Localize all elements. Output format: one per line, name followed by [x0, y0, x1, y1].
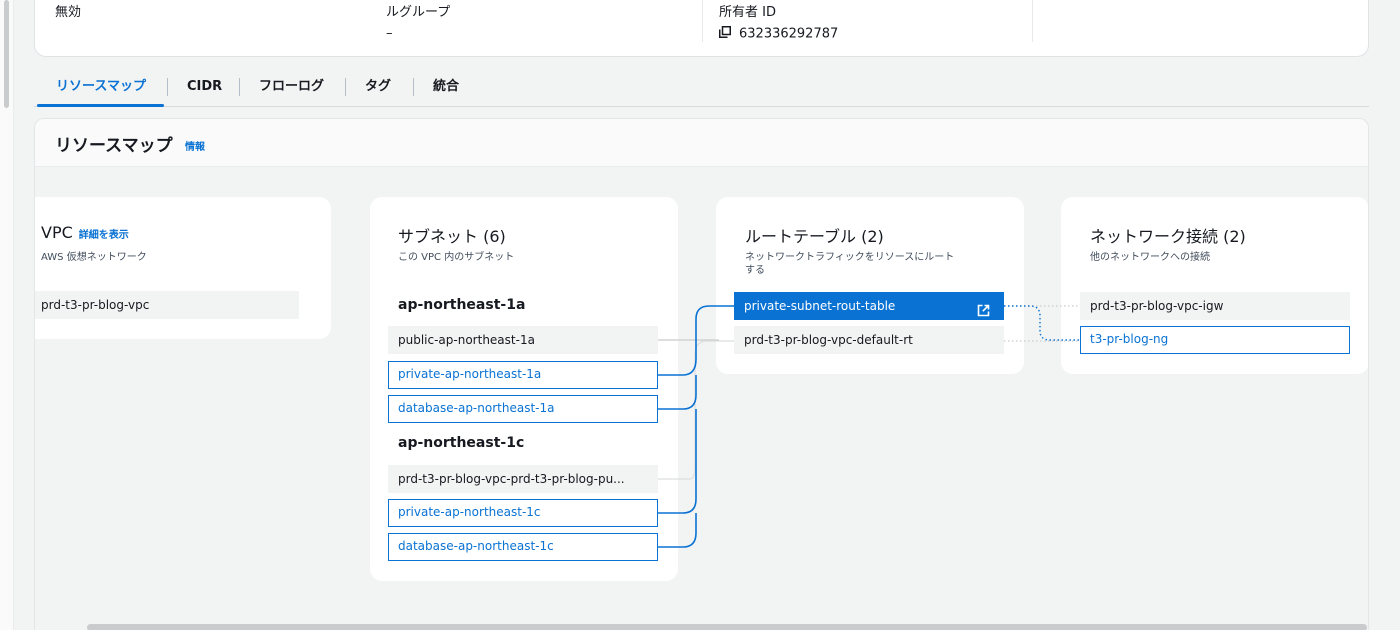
details-column-2: ルグループ – [386, 0, 450, 44]
route-tables-card-title: ルートテーブル (2) [745, 227, 884, 246]
tab-integrations[interactable]: 統合 [433, 70, 459, 107]
subnet-item[interactable]: database-ap-northeast-1c [388, 533, 658, 561]
network-connections-card-title: ネットワーク接続 (2) [1090, 227, 1246, 246]
active-tab-indicator [37, 104, 164, 107]
tab-separator [413, 78, 414, 96]
page-scrollbar[interactable] [0, 0, 14, 630]
az-heading: ap-northeast-1c [398, 435, 525, 451]
vpc-card-subtitle: AWS 仮想ネットワーク [41, 252, 147, 263]
scrollbar-thumb[interactable] [4, 0, 9, 108]
info-link[interactable]: 情報 [185, 138, 205, 153]
vpc-card: VPC 詳細を表示 AWS 仮想ネットワーク prd-t3-pr-blog-vpc [35, 197, 331, 339]
owner-id-label: 所有者 ID [719, 5, 776, 20]
az-heading: ap-northeast-1a [398, 297, 526, 313]
tab-resource-map[interactable]: リソースマップ [56, 70, 146, 107]
tab-separator [167, 78, 168, 96]
subnets-card-subtitle: この VPC 内のサブネット [398, 252, 515, 263]
route-tables-card: ルートテーブル (2) ネットワークトラフィックをリソースにルート する pri… [716, 197, 1024, 374]
details-value: – [386, 26, 393, 41]
tab-flow-logs[interactable]: フローログ [259, 70, 324, 107]
vpc-details-card: 無効 ルグループ – 所有者 ID 632336292787 [34, 0, 1369, 57]
subnet-item[interactable]: public-ap-northeast-1a [388, 326, 658, 354]
resource-map-title: リソースマップ [55, 136, 173, 156]
network-connection-item[interactable]: prd-t3-pr-blog-vpc-igw [1080, 292, 1350, 320]
resource-map-header: リソースマップ 情報 [35, 119, 1368, 167]
connector-lines [658, 305, 1080, 548]
subnet-item[interactable]: private-ap-northeast-1c [388, 499, 658, 527]
tab-separator [239, 78, 240, 96]
vpc-title-text: VPC [41, 223, 73, 242]
divider [1032, 0, 1033, 42]
network-connections-card-subtitle: 他のネットワークへの接続 [1090, 252, 1210, 263]
subnet-item[interactable]: database-ap-northeast-1a [388, 395, 658, 423]
details-label: ルグループ [386, 5, 451, 20]
subtitle-line: する [745, 265, 765, 276]
owner-id-value: 632336292787 [719, 26, 838, 42]
tab-tags[interactable]: タグ [365, 70, 391, 107]
subnet-item[interactable]: prd-t3-pr-blog-vpc-prd-t3-pr-blog-pu... [388, 465, 658, 493]
subnet-item[interactable]: private-ap-northeast-1a [388, 361, 658, 389]
subnets-card: サブネット (6) この VPC 内のサブネット ap-northeast-1a… [370, 197, 678, 581]
tab-cidr[interactable]: CIDR [187, 70, 222, 107]
route-table-item[interactable]: private-subnet-rout-table [734, 292, 1004, 320]
owner-id-text: 632336292787 [739, 26, 839, 42]
horizontal-scrollbar[interactable] [35, 619, 1368, 630]
route-tables-card-subtitle: ネットワークトラフィックをリソースにルート する [745, 251, 954, 277]
tab-separator [345, 78, 346, 96]
tab-bar: リソースマップ CIDR フローログ タグ 統合 [34, 70, 1369, 107]
scrollbar-thumb[interactable] [87, 624, 1367, 630]
external-link-icon[interactable] [977, 299, 990, 320]
network-connections-card: ネットワーク接続 (2) 他のネットワークへの接続 prd-t3-pr-blog… [1061, 197, 1368, 374]
divider [702, 0, 703, 42]
route-table-item[interactable]: prd-t3-pr-blog-vpc-default-rt [734, 326, 1004, 354]
details-column-owner: 所有者 ID 632336292787 [719, 0, 838, 44]
route-table-label: private-subnet-rout-table [744, 299, 896, 313]
vpc-item[interactable]: prd-t3-pr-blog-vpc [35, 291, 299, 319]
network-connection-item[interactable]: t3-pr-blog-ng [1080, 326, 1350, 354]
subnets-card-title: サブネット (6) [398, 227, 506, 246]
resource-map-panel: リソースマップ 情報 VPC 詳細を表示 AWS 仮想ネットワーク prd-t3-… [34, 118, 1369, 630]
details-value: 無効 [55, 5, 82, 20]
subtitle-line: ネットワークトラフィックをリソースにルート [745, 252, 955, 263]
copy-icon[interactable] [719, 26, 731, 42]
details-column-1: 無効 [55, 0, 81, 44]
vpc-card-title: VPC 詳細を表示 [41, 223, 129, 242]
view-details-link[interactable]: 詳細を表示 [79, 230, 129, 241]
